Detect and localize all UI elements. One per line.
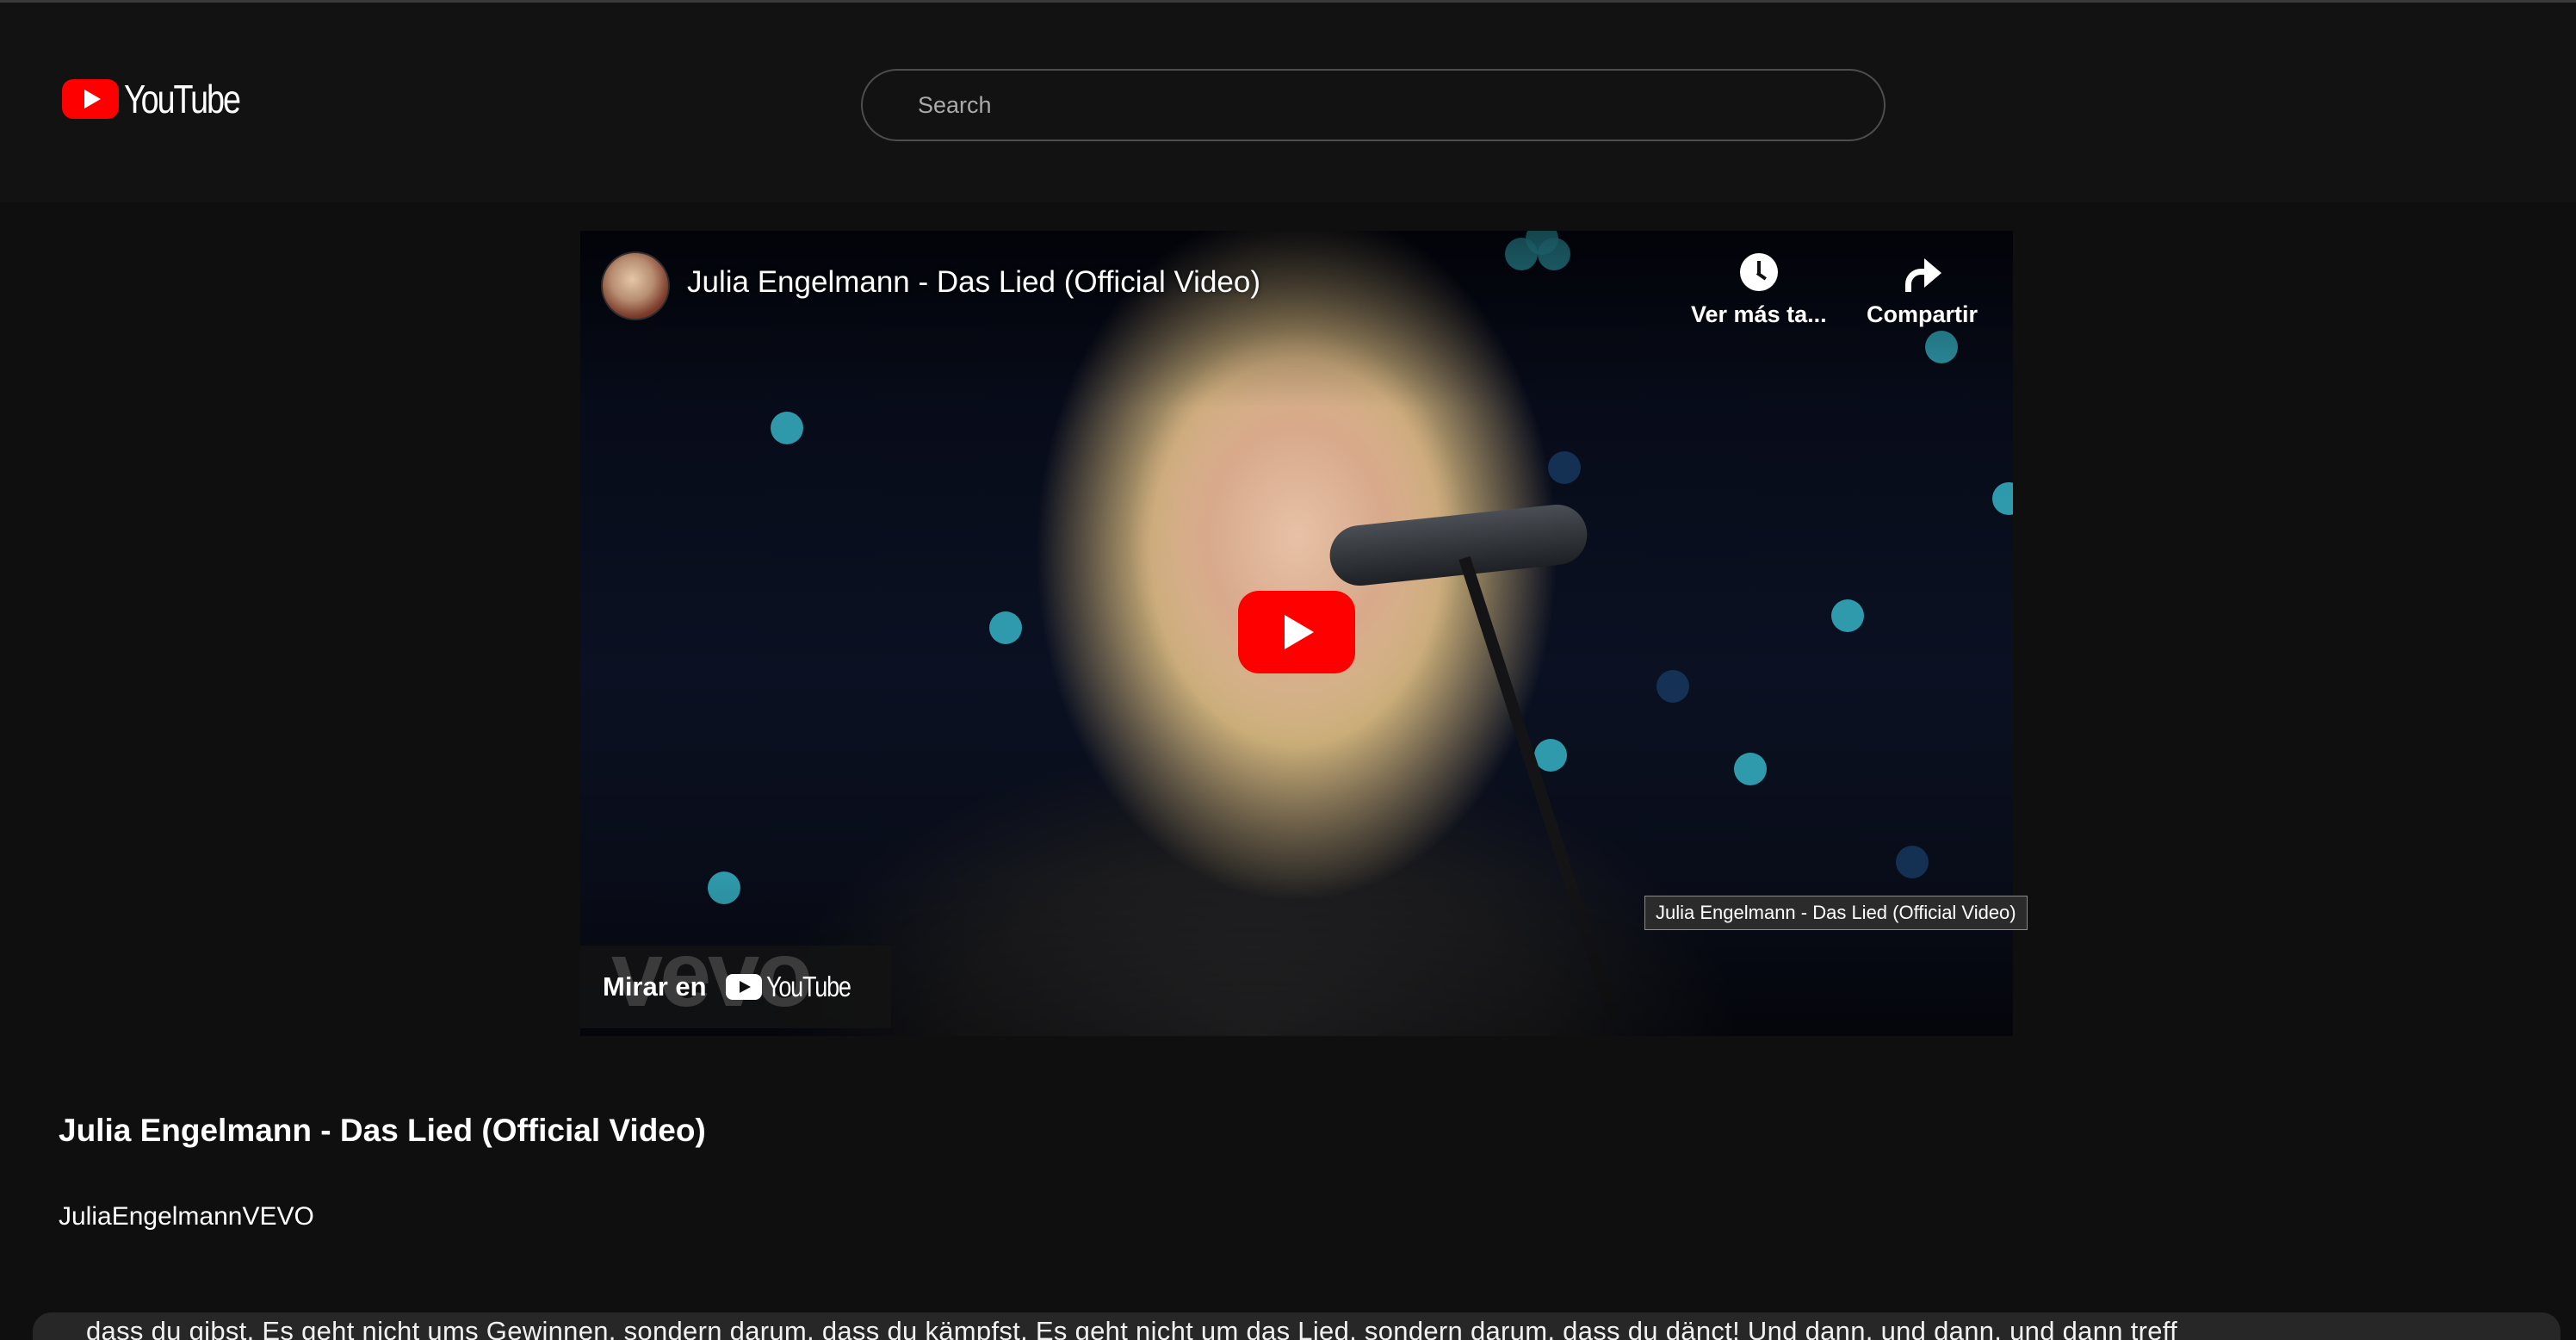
- youtube-play-icon: [725, 974, 762, 1000]
- page: YouTube Julia Engelmann -: [0, 0, 2576, 1340]
- clock-icon: [1739, 253, 1778, 291]
- youtube-mini-logo: YouTube: [725, 971, 869, 1003]
- watch-later-button[interactable]: Ver más ta...: [1691, 253, 1827, 328]
- search-box[interactable]: [861, 69, 1886, 141]
- share-icon: [1904, 253, 1941, 292]
- lyrics-text: dass du gibst. Es geht nicht ums Gewinne…: [86, 1316, 2178, 1340]
- share-button[interactable]: Compartir: [1867, 253, 1978, 328]
- share-label: Compartir: [1867, 301, 1978, 327]
- video-title: Julia Engelmann - Das Lied (Official Vid…: [59, 1113, 706, 1148]
- youtube-logo[interactable]: YouTube: [62, 77, 264, 121]
- youtube-mini-text: YouTube: [765, 971, 851, 1002]
- channel-name[interactable]: JuliaEngelmannVEVO: [59, 1202, 314, 1231]
- logo-text: YouTube: [124, 77, 241, 121]
- play-button[interactable]: [1238, 591, 1355, 673]
- youtube-play-icon: [62, 79, 119, 119]
- watch-later-label: Ver más ta...: [1691, 301, 1827, 327]
- watch-on-youtube-button[interactable]: Mirar en YouTube: [580, 946, 891, 1028]
- watch-on-label: Mirar en: [603, 971, 707, 1002]
- lyrics-bar: dass du gibst. Es geht nicht ums Gewinne…: [33, 1312, 2561, 1340]
- player-video-title[interactable]: Julia Engelmann - Das Lied (Official Vid…: [687, 265, 1260, 300]
- title-tooltip: Julia Engelmann - Das Lied (Official Vid…: [1644, 896, 2028, 930]
- search-input[interactable]: [918, 91, 1884, 119]
- header: YouTube: [0, 3, 2576, 202]
- channel-avatar[interactable]: [601, 251, 670, 320]
